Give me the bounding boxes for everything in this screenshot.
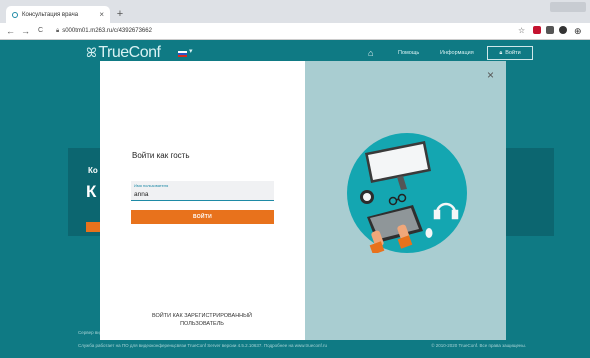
enter-button[interactable]: ВОЙТИ [131,210,274,224]
banner-large-text: К [86,182,97,201]
url-text: s000tm01.m263.ru/c/4392673662 [62,28,152,34]
extension-icon[interactable] [546,26,554,34]
extension-icon[interactable] [533,26,541,34]
username-input[interactable] [134,189,264,199]
address-bar[interactable]: 🔒︎ s000tm01.m263.ru/c/4392673662 [56,25,152,37]
browser-chrome: Консультация врача × + ← → C 🔒︎ s000tm01.… [0,0,590,40]
nav-help-link[interactable]: Помощь [398,50,419,56]
login-button[interactable]: 🔒︎ Войти [487,46,533,60]
profile-icon[interactable]: ⊕ [574,25,582,37]
username-field[interactable]: Имя пользователя [131,181,274,201]
coffee-cup-icon [360,190,374,204]
footer-copyright: © 2010-2020 TrueConf. Все права защищены… [431,343,526,348]
reload-icon[interactable]: C [38,25,43,37]
forward-icon[interactable]: → [21,25,30,37]
favicon-icon [12,11,18,18]
tab-close-icon[interactable]: × [99,10,104,19]
logo-icon: ꕤ [86,45,97,60]
browser-toolbar: ← → C 🔒︎ s000tm01.m263.ru/c/4392673662 ☆ … [0,23,590,40]
extension-icon[interactable] [559,26,567,34]
lock-icon: 🔒︎ [499,49,503,56]
username-label: Имя пользователя [134,183,169,188]
close-icon[interactable]: × [487,69,494,81]
mouse-icon [425,228,433,238]
lock-icon: 🔒︎ [56,28,60,34]
guest-login-modal: Войти как гость Имя пользователя ВОЙТИ В… [100,61,506,340]
footer-text: Служба работает на ПО для видеоконференц… [78,343,327,348]
tab-title: Консультация врача [22,11,79,18]
trueconf-logo[interactable]: ꕤ TrueConf [86,44,161,62]
banner-small-text: Ко [88,166,98,175]
home-icon[interactable]: ⌂ [368,48,373,58]
chevron-down-icon[interactable]: ▾ [189,47,193,55]
registered-user-link[interactable]: ВОЙТИ КАК ЗАРЕГИСТРИРОВАННЫЙ ПОЛЬЗОВАТЕЛ… [142,312,262,328]
back-icon[interactable]: ← [6,25,15,37]
nav-info-link[interactable]: Информация [440,50,474,56]
window-controls[interactable] [550,2,586,12]
modal-illustration-panel: × [305,61,506,340]
modal-title: Войти как гость [132,151,190,160]
bookmark-star-icon[interactable]: ☆ [518,25,525,37]
flag-icon[interactable] [178,51,187,57]
new-tab-button[interactable]: + [114,8,126,20]
browser-tab[interactable]: Консультация врача × [6,6,110,23]
workspace-illustration [347,133,467,253]
modal-form-panel: Войти как гость Имя пользователя ВОЙТИ В… [100,61,305,340]
